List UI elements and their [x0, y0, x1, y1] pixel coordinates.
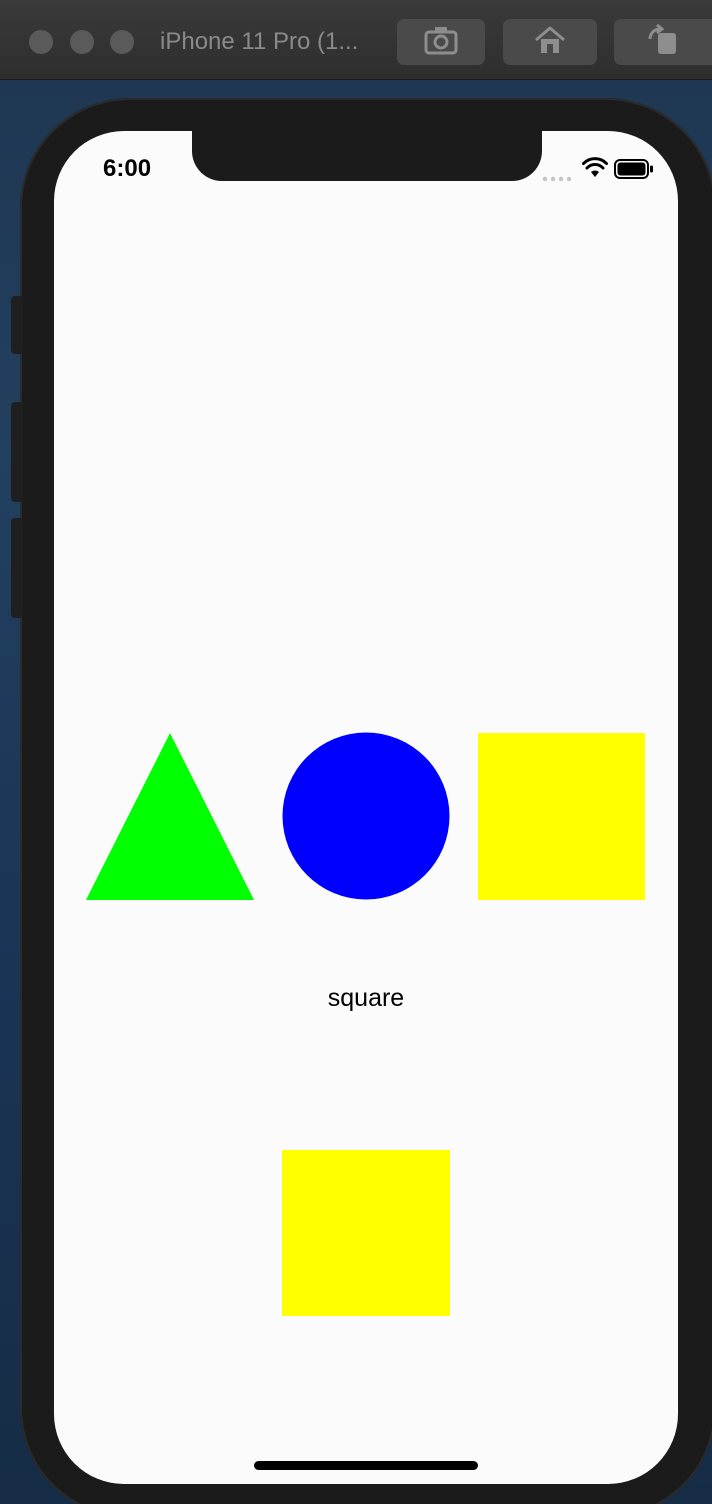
- volume-down-button[interactable]: [11, 518, 23, 618]
- status-time: 6:00: [103, 155, 152, 182]
- notch: [192, 131, 542, 181]
- close-window-button[interactable]: [29, 30, 53, 54]
- status-indicators: [542, 157, 662, 183]
- home-icon: [533, 25, 567, 60]
- wifi-icon: [582, 157, 608, 184]
- battery-icon: [614, 159, 654, 184]
- device-screen: 6:00 square: [54, 131, 678, 1484]
- simulator-title-bar: iPhone 11 Pro (1...: [0, 0, 712, 80]
- camera-icon: [423, 25, 459, 60]
- mute-switch[interactable]: [11, 296, 23, 354]
- volume-up-button[interactable]: [11, 402, 23, 502]
- minimize-window-button[interactable]: [70, 30, 94, 54]
- rotate-button[interactable]: [614, 19, 712, 65]
- selected-square-shape: [282, 1150, 450, 1316]
- selected-shape-label: square: [327, 984, 405, 1012]
- selected-shape-preview: [282, 1150, 450, 1316]
- window-title: iPhone 11 Pro (1...: [160, 28, 359, 55]
- triangle-option[interactable]: [86, 733, 254, 900]
- home-button[interactable]: [503, 19, 597, 65]
- zoom-window-button[interactable]: [110, 30, 134, 54]
- circle-option[interactable]: [282, 732, 450, 900]
- signal-icon: [542, 169, 574, 187]
- square-option[interactable]: [478, 733, 645, 900]
- screenshot-button[interactable]: [397, 19, 485, 65]
- rotate-icon: [646, 23, 680, 62]
- home-indicator[interactable]: [254, 1461, 478, 1470]
- square-shape: [478, 733, 645, 900]
- triangle-shape: [86, 733, 254, 900]
- circle-shape: [282, 732, 450, 900]
